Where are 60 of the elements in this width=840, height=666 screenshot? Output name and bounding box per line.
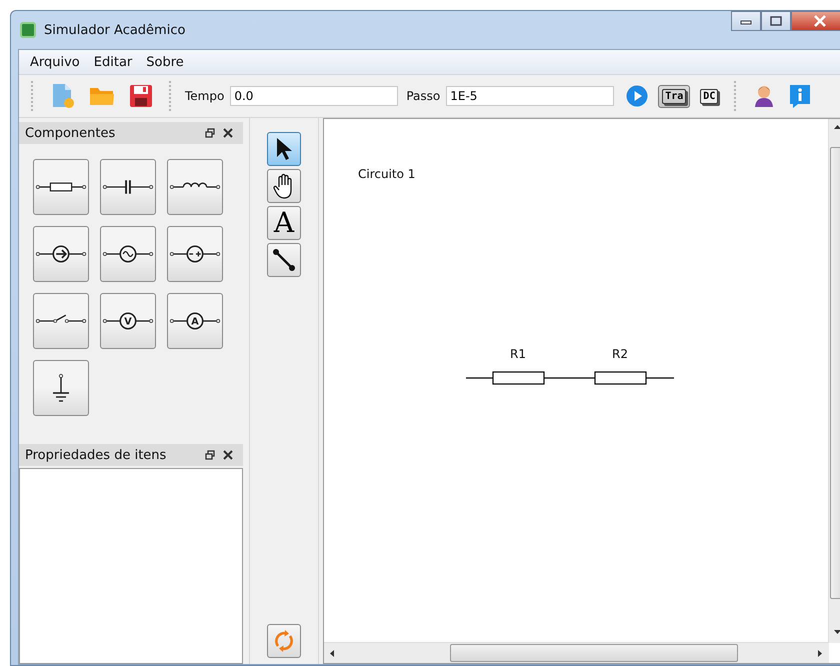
scroll-down-arrow-icon[interactable] <box>834 630 840 635</box>
app-icon <box>20 22 36 38</box>
component-button[interactable] <box>100 226 156 282</box>
window-title: Simulador Acadêmico <box>44 22 186 38</box>
ac-source-icon <box>101 245 155 263</box>
component-button[interactable]: A <box>167 293 223 349</box>
wire <box>544 377 595 379</box>
close-button[interactable] <box>791 11 840 31</box>
menu-item[interactable]: Editar <box>86 52 140 72</box>
minimize-button[interactable] <box>731 11 761 31</box>
play-icon <box>626 85 648 107</box>
tool-button[interactable] <box>267 243 301 277</box>
tool-button[interactable] <box>267 169 301 203</box>
refresh-button[interactable] <box>267 624 301 658</box>
mode-button[interactable]: DC <box>696 84 722 108</box>
mode-button[interactable]: Tra <box>658 84 690 108</box>
ground-icon <box>51 373 71 403</box>
person-icon <box>754 84 774 108</box>
horizontal-scrollbar[interactable] <box>324 642 829 663</box>
maximize-icon <box>770 16 782 26</box>
resistor-icon <box>34 180 88 194</box>
circuit-title: Circuito 1 <box>358 167 416 181</box>
panel-title: Componentes <box>25 126 116 140</box>
current-source-icon <box>34 245 88 263</box>
text-tool-glyph: A <box>274 209 294 237</box>
folder-icon <box>89 85 115 107</box>
close-icon <box>813 15 827 27</box>
tool-button[interactable]: A <box>267 206 301 240</box>
component-button[interactable] <box>167 159 223 215</box>
text-field[interactable]: 1E-5 <box>446 86 614 106</box>
wire <box>466 377 493 379</box>
info-icon <box>788 84 812 108</box>
text-field[interactable]: 0.0 <box>230 86 398 106</box>
component-label: R1 <box>510 347 526 361</box>
resistor[interactable] <box>594 371 647 385</box>
panel-title: Propriedades de itens <box>25 448 168 462</box>
scroll-right-arrow-icon[interactable] <box>818 650 823 657</box>
arrow-pointer-icon <box>275 137 293 161</box>
component-button[interactable] <box>167 226 223 282</box>
capacitor-icon <box>101 178 155 196</box>
field-label: Passo <box>406 89 440 103</box>
resistor[interactable] <box>492 371 545 385</box>
scroll-left-arrow-icon[interactable] <box>330 650 335 657</box>
new-file-icon <box>51 83 75 109</box>
tool-button[interactable] <box>267 132 301 166</box>
refresh-icon <box>272 629 296 653</box>
circuit-canvas[interactable]: Circuito 1 R1 R2 <box>323 118 840 664</box>
wire-icon <box>272 248 296 272</box>
menu-item[interactable]: Sobre <box>139 52 191 72</box>
dc-source-icon <box>168 245 222 263</box>
maximize-button[interactable] <box>761 11 791 31</box>
component-button[interactable] <box>33 226 89 282</box>
scroll-up-arrow-icon[interactable] <box>834 125 840 130</box>
component-button[interactable] <box>33 159 89 215</box>
menu-item[interactable]: Arquivo <box>23 52 87 72</box>
field-label: Tempo <box>185 89 224 103</box>
wire <box>646 377 674 379</box>
component-button[interactable]: V <box>100 293 156 349</box>
component-button[interactable] <box>100 159 156 215</box>
component-label: R2 <box>612 347 628 361</box>
